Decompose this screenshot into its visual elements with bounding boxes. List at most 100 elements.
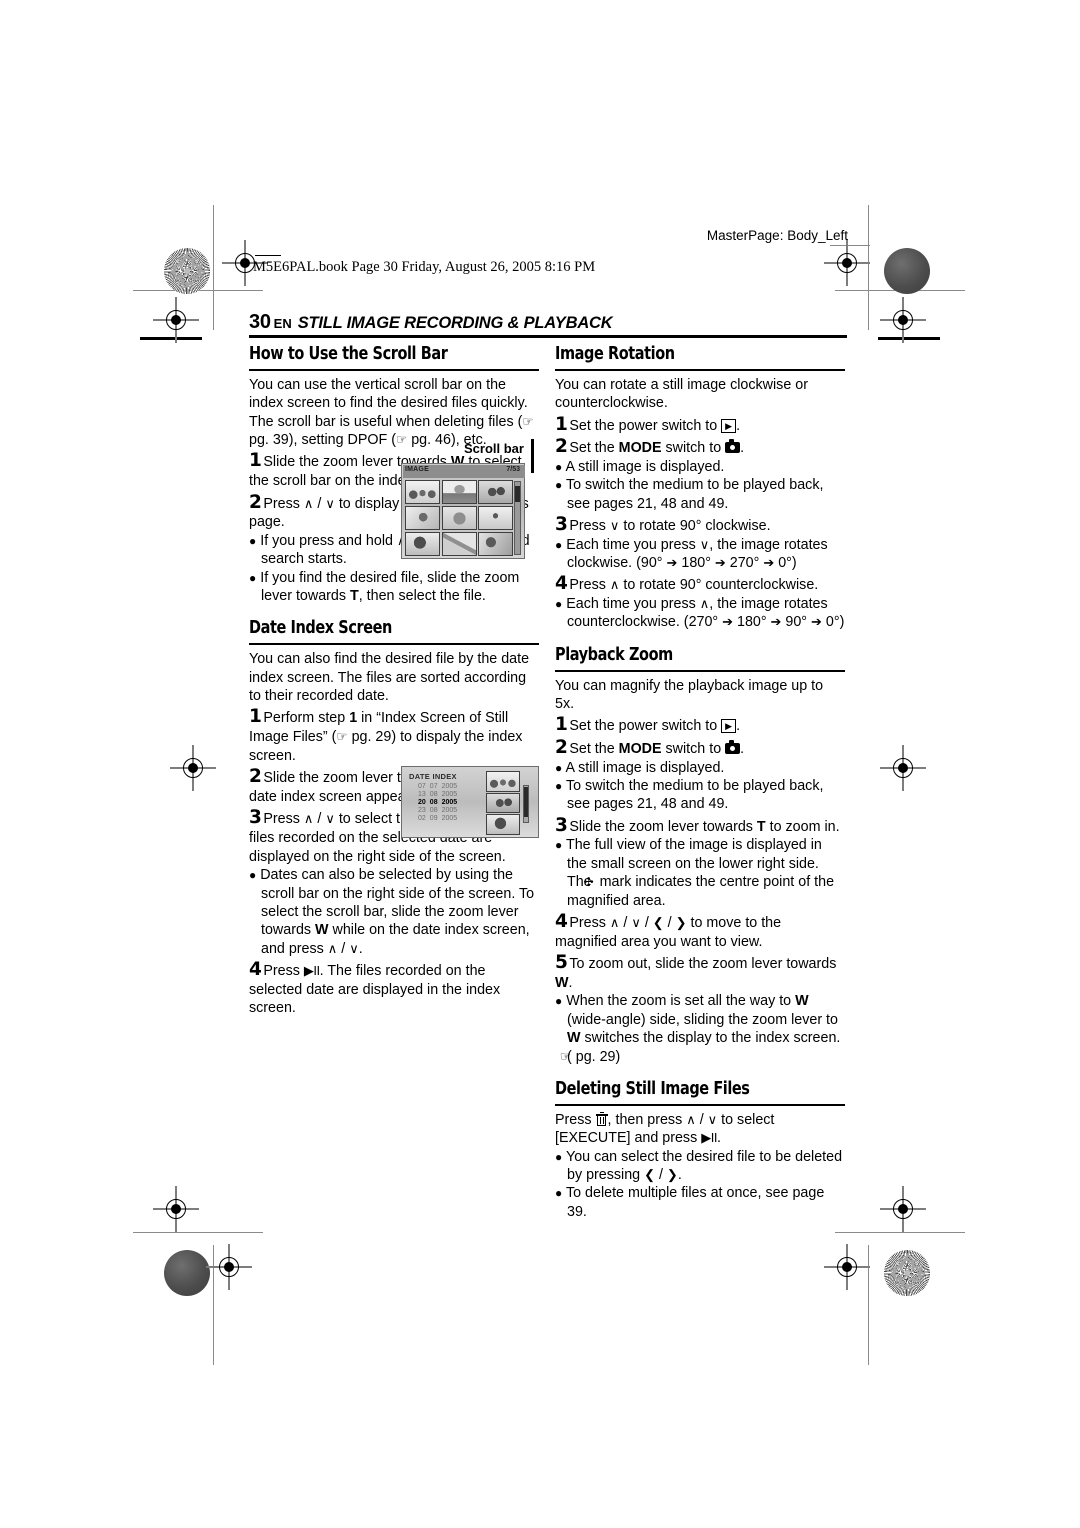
index-screen-thumbnail-grid	[405, 480, 513, 556]
registration-cross-mid-left	[170, 745, 216, 791]
heading-image-rotation: Image Rotation	[555, 344, 675, 364]
registration-cross-bottom-right	[824, 1244, 870, 1290]
thumbnail	[478, 480, 513, 505]
trim-line-right-vertical	[868, 205, 870, 330]
date-index-thumbnail-column	[486, 771, 520, 836]
arrow-right-icon: ➔	[722, 614, 734, 630]
date-year: 2005	[441, 791, 458, 799]
image-rotation-bullet-4: ● Each time you press ∧, the image rotat…	[555, 596, 845, 631]
step-number: 4	[249, 959, 262, 981]
deleting-intro: Press , then press ∧ / ∨ to select [EXEC…	[555, 1111, 775, 1147]
date-index-screen-body: DATE INDEX 07 07 2005 13 08 2005 20 08 2…	[401, 766, 539, 838]
key-w: W	[315, 922, 329, 939]
arrow-right-icon: ➔	[763, 555, 775, 571]
registration-cross-bottom-left	[206, 1244, 252, 1290]
date-day: 13	[418, 791, 426, 799]
date-month: 08	[429, 791, 438, 799]
pointing-hand-icon: ☞	[336, 729, 348, 744]
playback-zoom-step-5: 5 To zoom out, slide the zoom lever towar…	[555, 952, 837, 991]
date-year: 2005	[441, 783, 458, 791]
figure-index-screen: IMAGE 7/53	[401, 439, 539, 559]
thumbnail	[478, 505, 513, 531]
down-arrow-icon: ∨	[609, 518, 620, 534]
registration-cross-top-left-outer	[153, 297, 199, 343]
step-number: 3	[249, 807, 262, 829]
trash-icon	[595, 1111, 608, 1126]
up-arrow-icon: ∧	[609, 915, 620, 931]
right-arrow-icon: ❯	[666, 1167, 678, 1183]
playback-zoom-step-2: 2 Set the MODE switch to .	[555, 737, 745, 759]
arrow-right-icon: ➔	[811, 614, 822, 630]
thumbnail	[405, 480, 440, 505]
thumbnail	[441, 480, 477, 505]
trim-line-left-vertical	[213, 205, 215, 330]
thumbnail	[441, 531, 477, 556]
deleting-bullet-1: ● You can select the desired file to be …	[555, 1148, 843, 1184]
running-head-rule	[249, 335, 847, 338]
registration-blob-top-right	[884, 248, 930, 294]
registration-burst-top-left	[164, 248, 210, 294]
playback-zoom-intro: You can magnify the playback image up to…	[555, 677, 824, 713]
power-switch-play-icon: ▶	[721, 719, 737, 734]
thumbnail	[486, 814, 520, 836]
down-arrow-icon: ∨	[349, 940, 359, 956]
up-arrow-icon: ∧	[609, 577, 620, 593]
date-month: 07	[429, 783, 438, 791]
right-arrow-icon: ❯	[675, 915, 687, 931]
up-arrow-icon: ∧	[699, 596, 710, 612]
masterpage-label: MasterPage: Body_Left	[706, 228, 848, 243]
registration-blob-bottom-left	[164, 1250, 210, 1296]
image-rotation-step-4: 4 Press ∧ to rotate 90° counterclockwise.	[555, 573, 819, 595]
heading-rule-date-index	[249, 643, 539, 646]
date-year: 2005	[441, 798, 458, 806]
playback-zoom-step-3: 3 Slide the zoom lever towards T to zoom …	[555, 814, 840, 836]
pointing-hand-icon: ☞	[522, 414, 534, 429]
running-title: STILL IMAGE RECORDING & PLAYBACK	[297, 314, 613, 332]
index-screen-body: IMAGE 7/53	[401, 463, 525, 559]
image-rotation-bullet-2: ● To switch the medium to be played back…	[555, 477, 824, 512]
image-rotation-step-3: 3 Press ∨ to rotate 90° clockwise.	[555, 514, 771, 536]
step-number: 1	[249, 706, 262, 728]
step-number: 4	[555, 911, 568, 933]
index-screen-file-counter: 7/53	[506, 466, 520, 473]
date-day: 07	[418, 783, 426, 791]
thumbnail	[405, 505, 440, 531]
date-index-scrollbar-thumb	[524, 787, 528, 817]
playback-zoom-bullet-5: ● When the zoom is set all the way to W …	[555, 993, 841, 1065]
running-head: 30 EN STILL IMAGE RECORDING & PLAYBACK	[249, 311, 847, 338]
mode-keyword: MODE	[618, 440, 662, 457]
page-language: EN	[273, 316, 292, 331]
registration-cross-top-right	[824, 240, 870, 286]
playback-zoom-bullet-2: ● To switch the medium to be played back…	[555, 778, 824, 813]
up-arrow-icon: ∧	[303, 811, 314, 827]
registration-cross-top-right-outer	[880, 297, 926, 343]
left-arrow-icon: ❮	[652, 915, 664, 931]
step-number: 5	[555, 952, 568, 974]
date-index-step-1: 1 Perform step 1 in “Index Screen of Stil…	[249, 706, 523, 764]
image-rotation-step-2: 2 Set the MODE switch to .	[555, 436, 745, 458]
down-arrow-icon: ∨	[699, 536, 710, 552]
down-arrow-icon: ∨	[631, 915, 641, 931]
up-arrow-icon: ∧	[303, 495, 314, 511]
trim-mark-left-dark	[140, 337, 202, 340]
arrow-right-icon: ➔	[666, 555, 678, 571]
thumbnail	[441, 505, 477, 531]
date-index-intro: You can also find the desired file by th…	[249, 651, 530, 705]
book-strike-mark	[255, 255, 281, 257]
heading-rule-image-rotation	[555, 369, 845, 371]
image-rotation-step-1: 1 Set the power switch to ▶.	[555, 413, 741, 435]
heading-how-to-use-scroll-bar: How to Use the Scroll Bar	[249, 344, 448, 364]
mode-keyword: MODE	[618, 741, 662, 758]
step-number: 1	[555, 413, 568, 435]
date-index-row: 13 08 2005	[418, 791, 461, 799]
index-screen-mode-label: IMAGE	[405, 466, 429, 473]
playback-zoom-step-4: 4 Press ∧ / ∨ / ❮ / ❯ to move to the magn…	[555, 911, 782, 950]
play-pause-icon: ▶II	[701, 1130, 717, 1146]
key-w: W	[567, 1030, 581, 1047]
date-month: 08	[429, 806, 438, 814]
arrow-right-icon: ➔	[770, 614, 782, 630]
registration-cross-bottom-right-outer	[880, 1186, 926, 1232]
play-pause-icon: ▶II	[303, 963, 320, 979]
registration-cross-mid-right	[880, 745, 926, 791]
book-file-info-line: M5E6PAL.book Page 30 Friday, August 26, …	[253, 255, 595, 276]
